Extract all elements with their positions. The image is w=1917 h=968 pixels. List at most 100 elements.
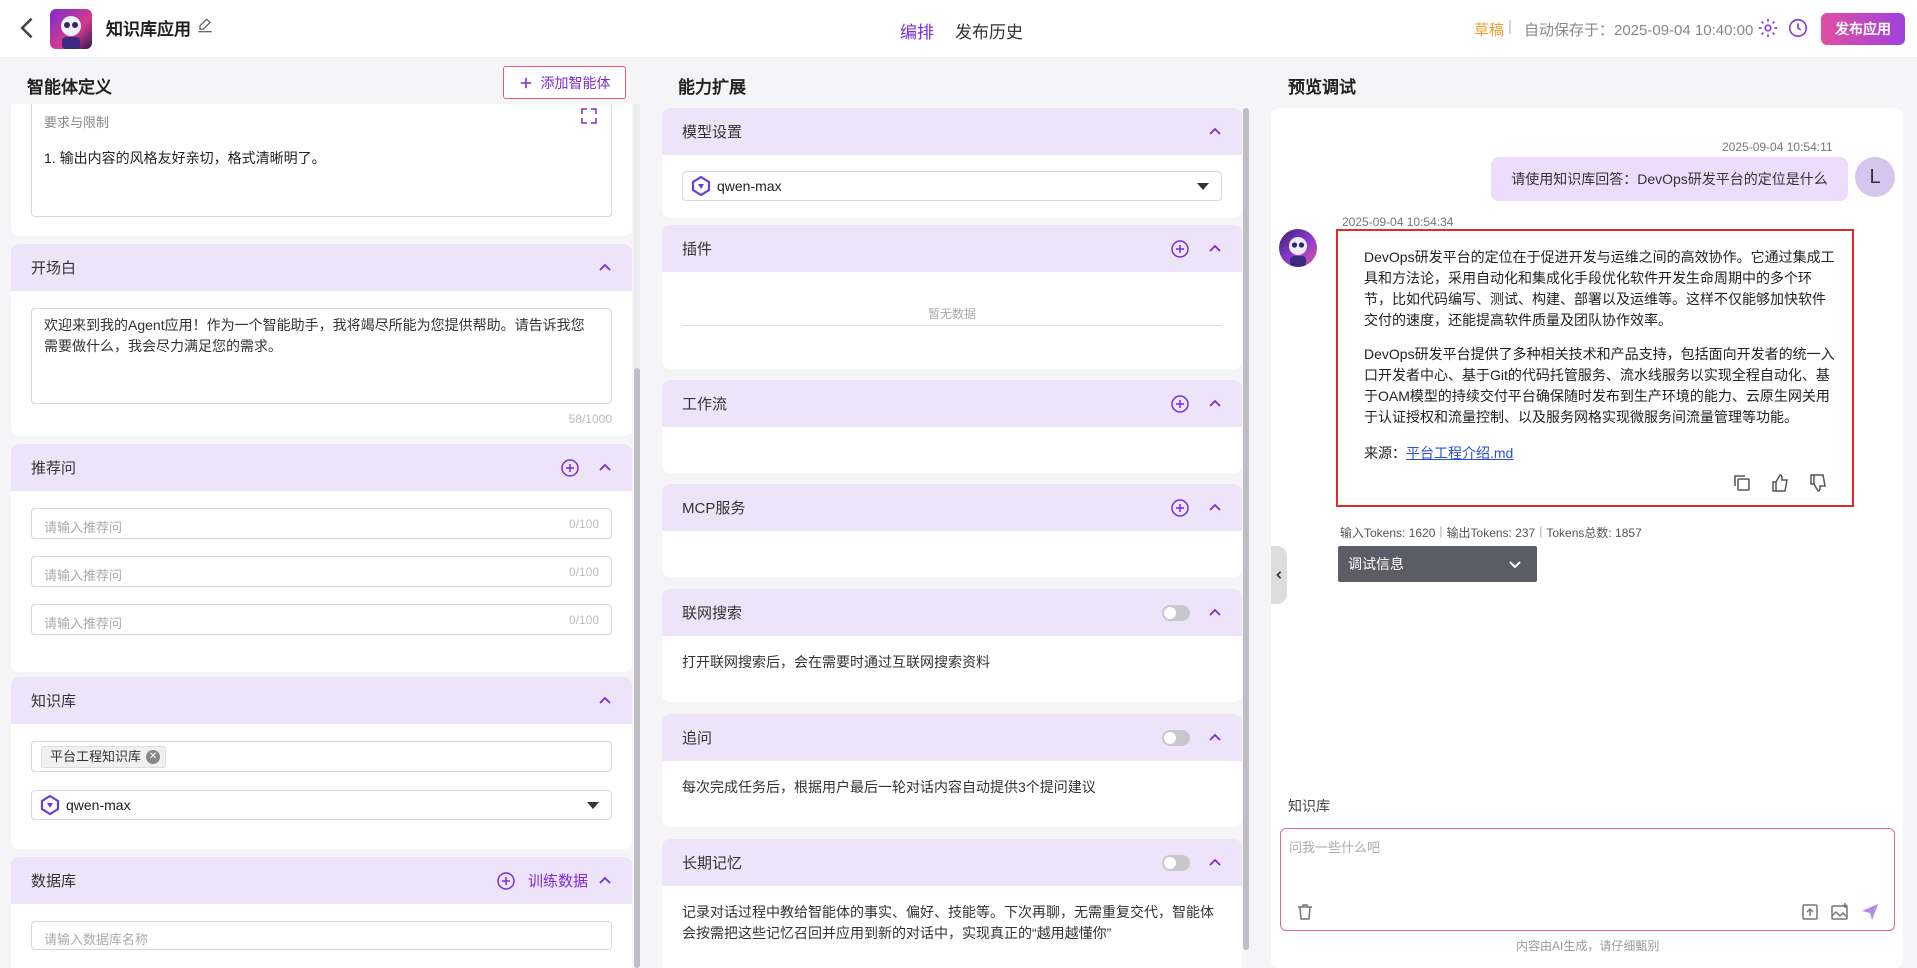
opening-card: 开场白 欢迎来到我的Agent应用！作为一个智能助手，我将竭尽所能为您提供帮助。… — [11, 244, 632, 436]
add-agent-label: 添加智能体 — [540, 74, 611, 91]
knowledge-select[interactable]: 平台工程知识库 ✕ — [31, 741, 612, 772]
knowledge-model-select[interactable]: qwen-max — [31, 790, 612, 820]
add-agent-button[interactable]: 添加智能体 — [503, 66, 626, 99]
close-icon[interactable]: ✕ — [146, 750, 161, 764]
web-search-toggle[interactable] — [1162, 604, 1190, 621]
add-circle-icon[interactable] — [1170, 498, 1190, 518]
followup-desc: 每次完成任务后，根据用户最后一轮对话内容自动提供3个提问建议 — [682, 779, 1096, 795]
requirements-card: 要求与限制 1. 输出内容的风格友好亲切，格式清晰明了。 — [11, 104, 632, 236]
trash-icon[interactable] — [1295, 902, 1315, 922]
workflow-header[interactable]: 工作流 — [662, 380, 1242, 427]
train-data-link[interactable]: 训练数据 — [528, 870, 588, 891]
database-header[interactable]: 数据库 训练数据 — [11, 857, 632, 904]
plus-icon — [520, 77, 531, 88]
workflow-title: 工作流 — [682, 396, 728, 413]
suggest-input-3[interactable]: 请输入推荐问 0/100 — [31, 604, 612, 635]
debug-info-dropdown[interactable]: 调试信息 — [1338, 546, 1537, 582]
left-scrollbar[interactable] — [634, 104, 640, 968]
chevron-up-icon[interactable] — [1206, 729, 1224, 747]
app-logo — [50, 9, 92, 49]
chevron-up-icon[interactable] — [596, 692, 614, 710]
model-settings-header[interactable]: 模型设置 — [662, 108, 1242, 155]
workflow-card: 工作流 — [662, 380, 1242, 473]
chevron-up-icon[interactable] — [1206, 240, 1224, 258]
chevron-up-icon[interactable] — [596, 259, 614, 277]
add-circle-icon[interactable] — [496, 871, 516, 891]
copy-icon[interactable] — [1732, 473, 1752, 493]
knowledge-model-value: qwen-max — [66, 797, 131, 813]
source-link[interactable]: 平台工程介绍.md — [1406, 445, 1513, 461]
edit-icon[interactable] — [195, 15, 215, 35]
knowledge-tag-label: 平台工程知识库 — [50, 749, 142, 764]
back-icon[interactable] — [14, 14, 42, 42]
suggest-input-2[interactable]: 请输入推荐问 0/100 — [31, 556, 612, 587]
tab-publish-history[interactable]: 发布历史 — [955, 18, 1023, 43]
capability-panel: 模型设置 qwen-max 插件 暂无数据 工作流 MCP服务 联网搜索 打开联… — [662, 108, 1242, 968]
left-scrollbar-thumb[interactable] — [634, 368, 640, 968]
add-circle-icon[interactable] — [1170, 239, 1190, 259]
knowledge-title: 知识库 — [31, 693, 77, 710]
model-select[interactable]: qwen-max — [682, 171, 1222, 201]
mcp-header[interactable]: MCP服务 — [662, 484, 1242, 531]
chevron-up-icon[interactable] — [1206, 395, 1224, 413]
send-icon[interactable] — [1860, 902, 1880, 922]
user-message: 请使用知识库回答：DevOps研发平台的定位是什么 — [1491, 157, 1848, 201]
followup-toggle[interactable] — [1162, 729, 1190, 746]
opening-header[interactable]: 开场白 — [11, 244, 632, 291]
plugins-card: 插件 暂无数据 — [662, 225, 1242, 369]
model-settings-title: 模型设置 — [682, 124, 743, 141]
answer-p1-line: 交付的速度，还能提高软件质量及团队协作效率。 — [1364, 312, 1672, 328]
database-input[interactable]: 请输入数据库名称 — [31, 921, 612, 950]
expand-icon[interactable] — [579, 106, 599, 126]
qwen-icon — [40, 795, 60, 815]
bot-answer: DevOps研发平台的定位在于促进开发与运维之间的高效协作。它通过集成工 具和方… — [1336, 229, 1854, 507]
mcp-card: MCP服务 — [662, 484, 1242, 577]
answer-paragraph-2: DevOps研发平台提供了多种相关技术和产品支持，包括面向开发者的统一入 口开发… — [1364, 344, 1840, 428]
history-icon[interactable] — [1787, 17, 1809, 39]
mcp-title: MCP服务 — [682, 500, 746, 517]
followup-header[interactable]: 追问 — [662, 714, 1242, 761]
thumbs-down-icon[interactable] — [1808, 473, 1828, 493]
chevron-up-icon[interactable] — [1206, 604, 1224, 622]
web-search-desc: 打开联网搜索后，会在需要时通过互联网搜索资料 — [682, 654, 990, 670]
top-nav: 编排 发布历史 — [900, 18, 1023, 43]
app-title: 知识库应用 — [106, 20, 191, 39]
upload-file-icon[interactable] — [1800, 902, 1820, 922]
user-message-text: 请使用知识库回答：DevOps研发平台的定位是什么 — [1511, 171, 1828, 187]
suggest-input-1[interactable]: 请输入推荐问 0/100 — [31, 508, 612, 539]
memory-header[interactable]: 长期记忆 — [662, 839, 1242, 886]
requirements-textarea[interactable]: 要求与限制 1. 输出内容的风格友好亲切，格式清晰明了。 — [31, 104, 612, 217]
chevron-up-icon[interactable] — [1206, 123, 1224, 141]
web-search-header[interactable]: 联网搜索 — [662, 589, 1242, 636]
agent-definition-panel: 要求与限制 1. 输出内容的风格友好亲切，格式清晰明了。 开场白 欢迎来到我的A… — [11, 104, 632, 968]
add-circle-icon[interactable] — [1170, 394, 1190, 414]
database-title: 数据库 — [31, 873, 77, 890]
add-circle-icon[interactable] — [560, 458, 580, 478]
upload-image-icon[interactable] — [1830, 902, 1850, 922]
thumbs-up-icon[interactable] — [1770, 473, 1790, 493]
plugins-header[interactable]: 插件 — [662, 225, 1242, 272]
followup-card: 追问 每次完成任务后，根据用户最后一轮对话内容自动提供3个提问建议 — [662, 714, 1242, 827]
output-tokens: 输出Tokens: 237 — [1446, 526, 1536, 540]
tab-orchestrate[interactable]: 编排 — [900, 18, 934, 43]
settings-icon[interactable] — [1757, 17, 1779, 39]
chevron-left-icon — [1276, 571, 1282, 579]
publish-button[interactable]: 发布应用 — [1821, 13, 1905, 45]
requirements-content: 1. 输出内容的风格友好亲切，格式清晰明了。 — [44, 150, 326, 166]
chevron-up-icon[interactable] — [596, 872, 614, 890]
knowledge-header[interactable]: 知识库 — [11, 677, 632, 724]
answer-p2-line: DevOps研发平台提供了多种相关技术和产品支持，包括面向开发者的统一入 — [1364, 346, 1835, 362]
chat-input[interactable]: 问我一些什么吧 — [1280, 828, 1895, 931]
memory-toggle[interactable] — [1162, 854, 1190, 871]
suggest-header[interactable]: 推荐问 — [11, 444, 632, 491]
knowledge-card: 知识库 平台工程知识库 ✕ qwen-max — [11, 677, 632, 849]
opening-textarea[interactable]: 欢迎来到我的Agent应用！作为一个智能助手，我将竭尽所能为您提供帮助。请告诉我… — [31, 308, 612, 404]
answer-p1-line: 具和方法论，采用自动化和集成化手段优化软件开发生命周期中的多个环 — [1364, 270, 1812, 286]
chevron-up-icon[interactable] — [596, 459, 614, 477]
knowledge-tag: 平台工程知识库 ✕ — [41, 746, 167, 768]
chevron-up-icon[interactable] — [1206, 499, 1224, 517]
middle-scrollbar[interactable] — [1243, 108, 1249, 950]
web-search-title: 联网搜索 — [682, 605, 743, 622]
collapse-panel-tab[interactable] — [1271, 546, 1287, 604]
chevron-up-icon[interactable] — [1206, 854, 1224, 872]
